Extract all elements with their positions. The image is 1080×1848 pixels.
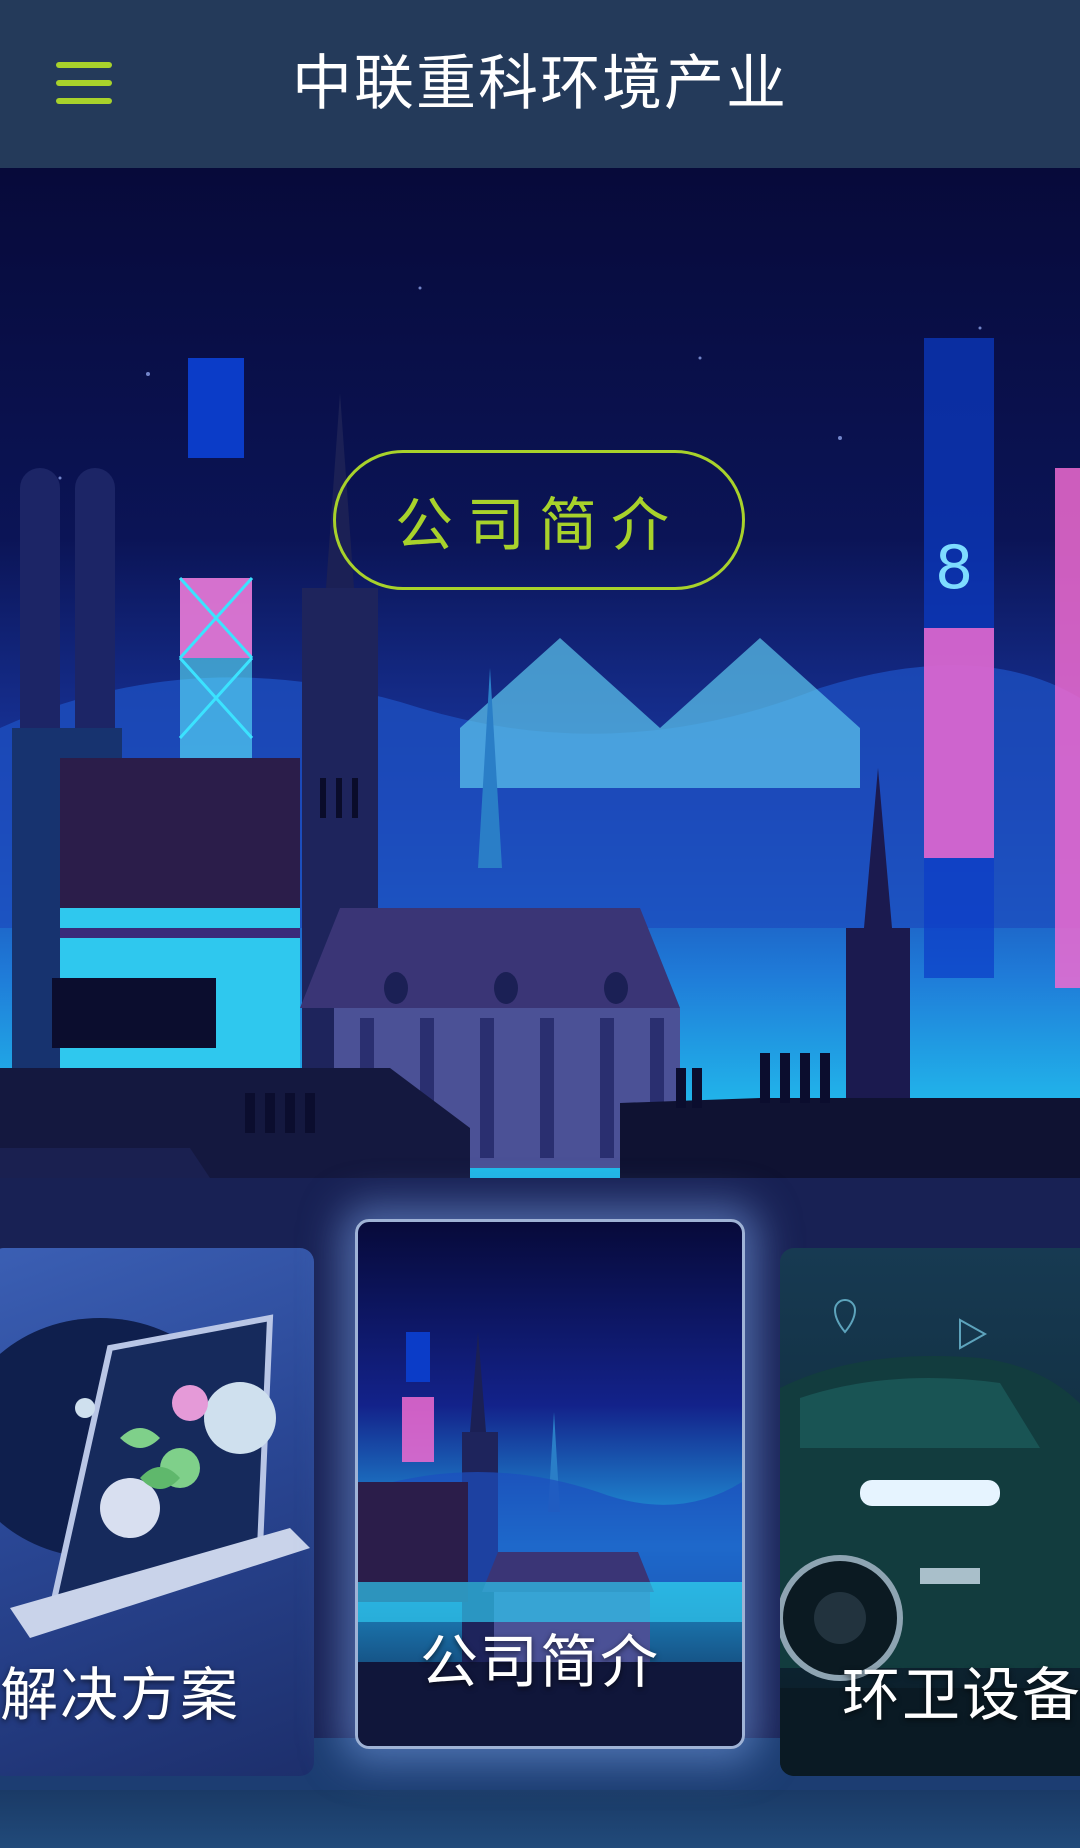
bottom-strip xyxy=(0,1790,1080,1848)
card-label-sanitation-equipment: 环卫设备 xyxy=(842,1661,1080,1729)
svg-text:8: 8 xyxy=(935,533,973,603)
page-title: 中联重科环境产业 xyxy=(292,49,788,119)
card-label-solutions: 解决方案 xyxy=(0,1661,241,1729)
app-header: 中联重科环境产业 xyxy=(0,0,1080,168)
company-intro-button[interactable]: 公司简介 xyxy=(333,450,745,590)
card-label-company-intro: 公司简介 xyxy=(420,1628,661,1696)
